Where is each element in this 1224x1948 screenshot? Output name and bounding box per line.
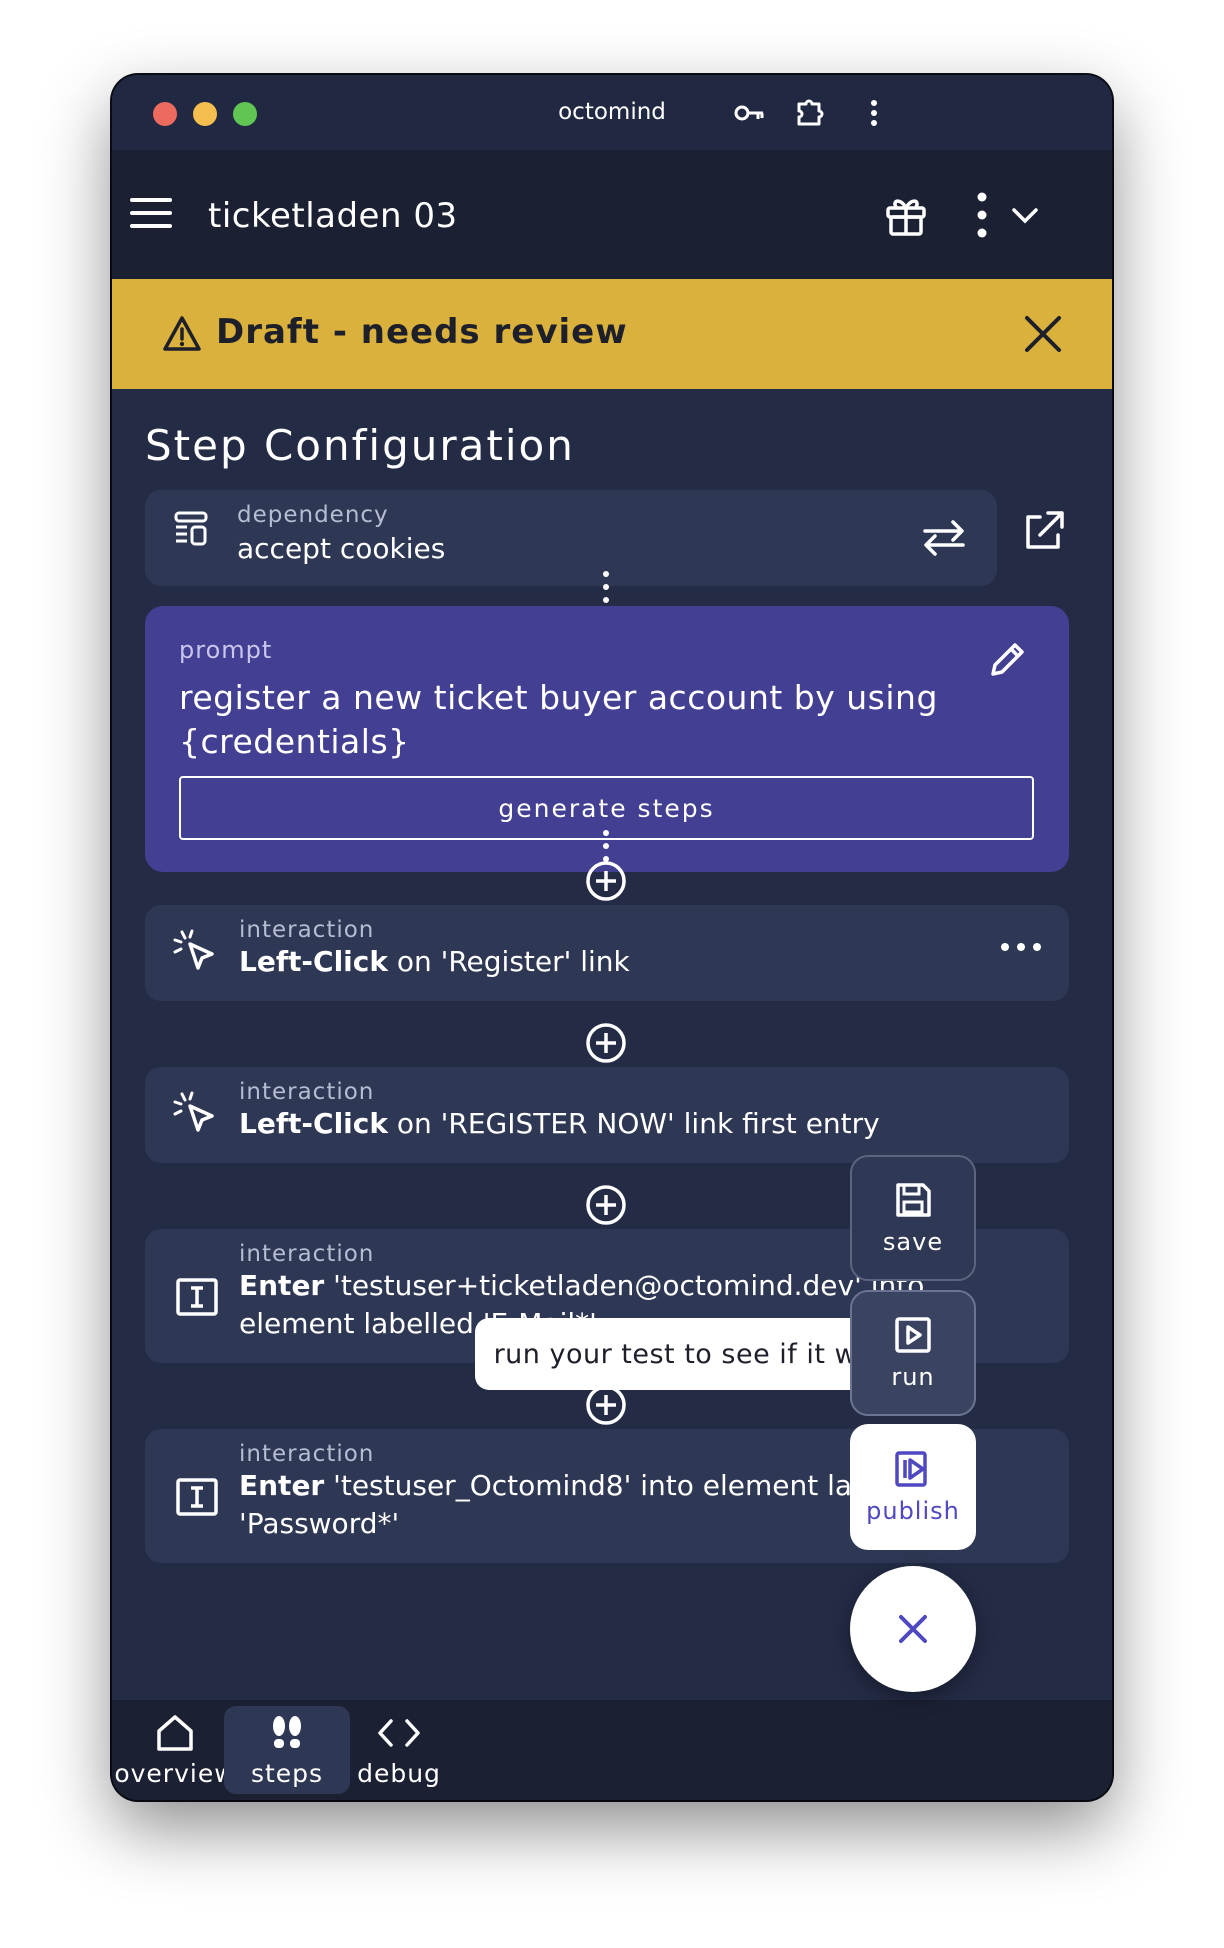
home-icon: [157, 1714, 193, 1751]
prompt-label: prompt: [179, 636, 273, 664]
step-type-label: interaction: [239, 1241, 375, 1267]
publish-label: publish: [866, 1497, 960, 1525]
close-icon[interactable]: [1022, 313, 1064, 355]
gift-icon[interactable]: [882, 191, 930, 239]
bottom-navigation: overview steps debug: [112, 1700, 1112, 1800]
dependency-icon: [171, 510, 211, 550]
puzzle-extension-icon[interactable]: [790, 93, 830, 133]
text-input-icon: [175, 1275, 219, 1319]
step-type-label: interaction: [239, 1441, 375, 1467]
page-title: ticketladen 03: [208, 196, 458, 236]
dependency-label: dependency: [237, 502, 389, 528]
chevron-down-icon[interactable]: [1010, 203, 1040, 227]
add-step-icon[interactable]: [584, 1183, 628, 1227]
window-title: octomind: [558, 99, 666, 125]
run-label: run: [891, 1363, 935, 1391]
kebab-menu-icon[interactable]: [854, 93, 894, 133]
connector-dots: [602, 829, 610, 863]
dependency-card[interactable]: dependency accept cookies: [145, 490, 997, 586]
pencil-icon[interactable]: [985, 638, 1029, 682]
footsteps-icon: [273, 1715, 301, 1748]
step-type-label: interaction: [239, 1079, 375, 1105]
nav-label: steps: [250, 1758, 324, 1788]
more-horizontal-icon[interactable]: [997, 935, 1045, 959]
warning-icon: [162, 315, 202, 353]
swap-icon[interactable]: [919, 512, 969, 562]
nav-label: debug: [357, 1758, 441, 1788]
cursor-click-icon: [171, 927, 219, 975]
prompt-text: register a new ticket buyer account by u…: [179, 678, 938, 761]
nav-debug[interactable]: debug: [336, 1706, 462, 1794]
save-icon: [896, 1183, 931, 1217]
add-step-icon[interactable]: [584, 1021, 628, 1065]
connector-dots: [602, 570, 610, 604]
more-vertical-icon[interactable]: [970, 189, 994, 241]
menu-icon[interactable]: [130, 195, 174, 231]
banner-text: Draft - needs review: [216, 312, 628, 352]
code-icon: [378, 1718, 420, 1747]
save-button[interactable]: save: [850, 1155, 976, 1281]
step-card[interactable]: interaction Left-Click on 'REGISTER NOW'…: [145, 1067, 1069, 1163]
app-header: ticketladen 03: [112, 151, 1112, 279]
play-icon: [895, 1317, 931, 1353]
dependency-value: accept cookies: [237, 532, 446, 565]
run-button[interactable]: run: [850, 1290, 976, 1416]
key-icon[interactable]: [730, 93, 770, 133]
close-icon: [899, 1615, 927, 1643]
close-actions-button[interactable]: [850, 1566, 976, 1692]
publish-button[interactable]: publish: [850, 1424, 976, 1550]
nav-steps[interactable]: steps: [224, 1706, 350, 1794]
text-input-icon: [175, 1475, 219, 1519]
step-card[interactable]: interaction Left-Click on 'Register' lin…: [145, 905, 1069, 1001]
nav-overview[interactable]: overview: [112, 1706, 238, 1794]
window-titlebar: octomind: [112, 75, 1112, 151]
draft-banner: Draft - needs review: [112, 279, 1112, 389]
section-title: Step Configuration: [145, 421, 575, 470]
step-type-label: interaction: [239, 917, 375, 943]
nav-label: overview: [114, 1758, 236, 1788]
save-label: save: [882, 1228, 944, 1256]
step-description: Left-Click on 'Register' link: [239, 945, 630, 978]
external-link-icon[interactable]: [1020, 507, 1068, 555]
cursor-click-icon: [171, 1089, 219, 1137]
add-step-icon[interactable]: [584, 859, 628, 903]
publish-icon: [895, 1451, 927, 1487]
step-description: Left-Click on 'REGISTER NOW' link first …: [239, 1107, 880, 1140]
